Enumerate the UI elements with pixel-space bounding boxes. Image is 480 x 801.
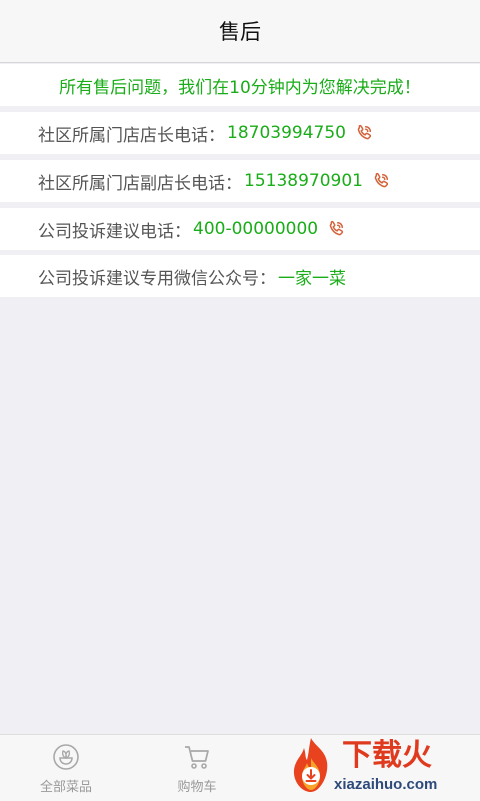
nav-header: 售后 xyxy=(0,0,480,63)
tab-cart[interactable]: 购物车 xyxy=(137,735,257,801)
tab-label: 购物车 xyxy=(177,779,217,795)
contact-label: 社区所属门店副店长电话： xyxy=(38,173,242,194)
contact-row-deputy-manager[interactable]: 社区所属门店副店长电话： 15138970901 xyxy=(0,160,480,202)
service-notice: 所有售后问题，我们在10分钟内为您解决完成！ xyxy=(0,64,480,106)
wechat-account-name: 一家一菜 xyxy=(278,268,346,289)
tab-label: 全部菜品 xyxy=(39,779,92,795)
contact-row-complaint-phone[interactable]: 公司投诉建议电话： 400-00000000 xyxy=(0,208,480,250)
tab-all-dishes[interactable]: 全部菜品 xyxy=(6,735,126,801)
contact-value[interactable]: 400-00000000 xyxy=(193,219,318,239)
contact-row-store-manager[interactable]: 社区所属门店店长电话： 18703994750 xyxy=(0,112,480,154)
watermark-logo: 下载火 xiazaihuo.com xyxy=(280,734,480,800)
contact-value[interactable]: 18703994750 xyxy=(227,123,346,143)
contact-label: 公司投诉建议专用微信公众号： xyxy=(38,268,276,289)
notice-text: 所有售后问题，我们在10分钟内为您解决完成！ xyxy=(59,77,421,98)
page-title: 售后 xyxy=(219,20,261,44)
watermark-url: xiazaihuo.com xyxy=(334,776,438,793)
contact-label: 公司投诉建议电话： xyxy=(38,221,191,242)
watermark-text: 下载火 xyxy=(342,738,432,773)
leaf-bowl-icon xyxy=(53,743,79,770)
contact-row-wechat: 公司投诉建议专用微信公众号： 一家一菜 xyxy=(0,255,480,297)
flame-logo-icon xyxy=(293,738,328,792)
phone-icon[interactable] xyxy=(371,171,391,191)
contact-label: 社区所属门店店长电话： xyxy=(38,125,225,146)
phone-icon[interactable] xyxy=(354,123,374,143)
phone-icon[interactable] xyxy=(326,219,346,239)
cart-icon xyxy=(185,745,209,769)
contact-value[interactable]: 15138970901 xyxy=(244,171,363,191)
